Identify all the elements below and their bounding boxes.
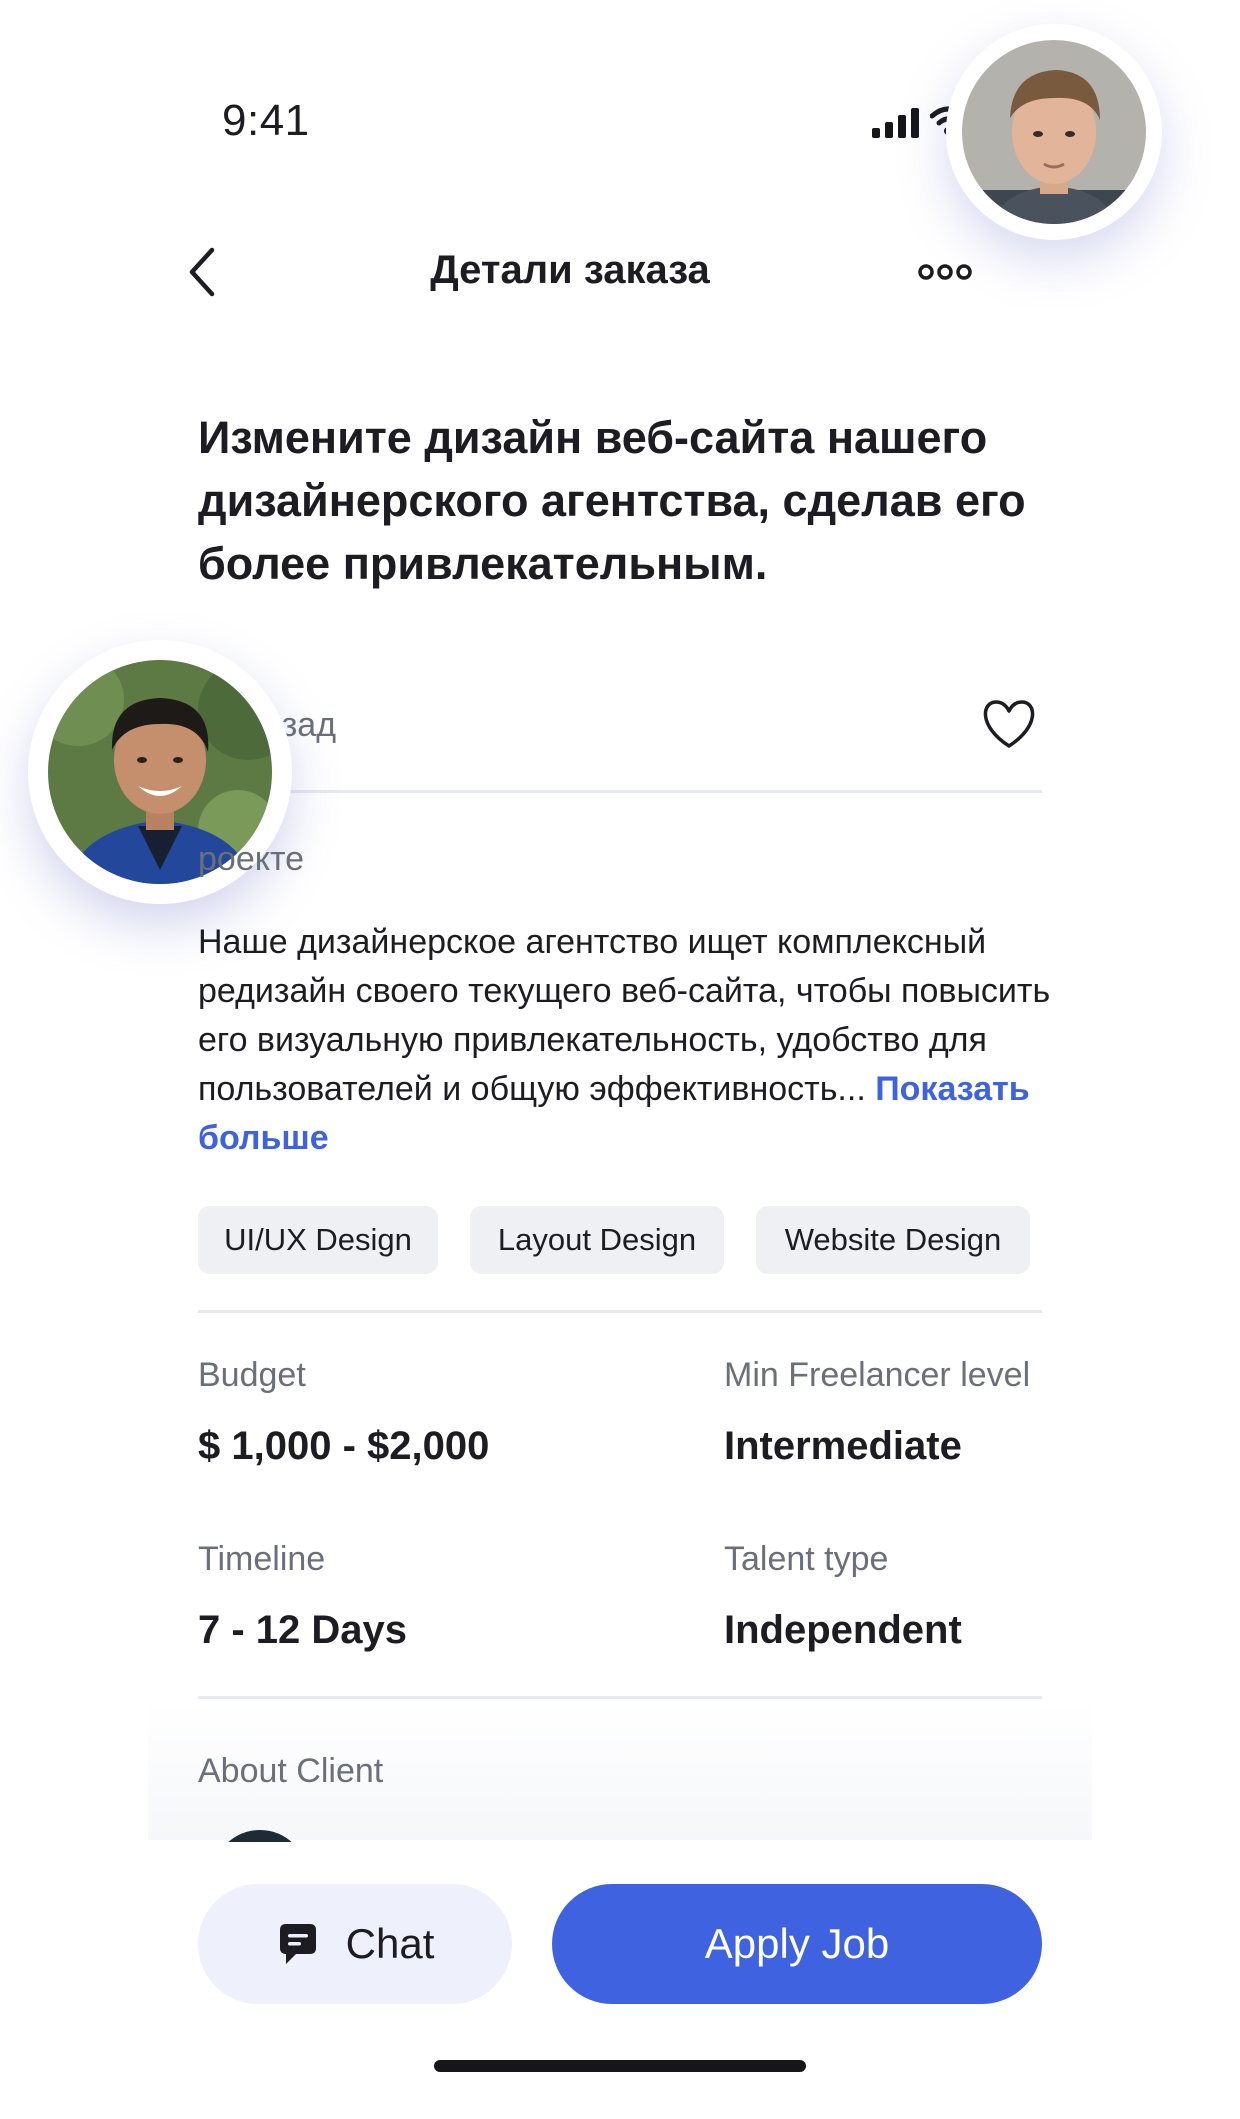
back-icon[interactable] [184, 246, 220, 298]
tag-website-design[interactable]: Website Design [756, 1206, 1030, 1274]
tag-layout-design[interactable]: Layout Design [470, 1206, 724, 1274]
tag-uiux-design[interactable]: UI/UX Design [198, 1206, 438, 1274]
timeline-label: Timeline [198, 1540, 326, 1578]
page-title: Детали заказа [430, 248, 710, 292]
chat-button[interactable]: Chat [198, 1884, 512, 2004]
budget-label: Budget [198, 1356, 306, 1394]
level-value: Intermediate [724, 1424, 962, 1468]
status-time: 9:41 [222, 96, 310, 145]
job-title: Измените дизайн веб-сайта нашего дизайне… [198, 412, 1026, 589]
chat-icon [279, 1924, 316, 1964]
apply-job-button[interactable]: Apply Job [552, 1884, 1042, 2004]
talent-label: Talent type [724, 1540, 889, 1578]
budget-value: $ 1,000 - $2,000 [198, 1424, 490, 1468]
job-description: Наше дизайнерское агентство ищет комплек… [198, 918, 1058, 1163]
level-label: Min Freelancer level [724, 1356, 1031, 1394]
user-avatar[interactable] [946, 24, 1162, 240]
about-client-label: About Client [198, 1752, 384, 1790]
chat-label: Chat [345, 1920, 435, 1967]
avatar-photo [962, 40, 1146, 224]
timeline-value: 7 - 12 Days [198, 1608, 408, 1652]
signal-icon [872, 108, 919, 138]
home-indicator[interactable] [434, 2060, 806, 2072]
divider [198, 790, 1042, 793]
divider [198, 1310, 1042, 1313]
about-project-label: роекте [198, 840, 305, 878]
heart-icon[interactable] [980, 698, 1038, 750]
talent-value: Independent [724, 1608, 962, 1652]
apply-label: Apply Job [704, 1920, 890, 1967]
more-horizontal-icon[interactable] [918, 262, 972, 282]
divider [198, 1696, 1042, 1699]
